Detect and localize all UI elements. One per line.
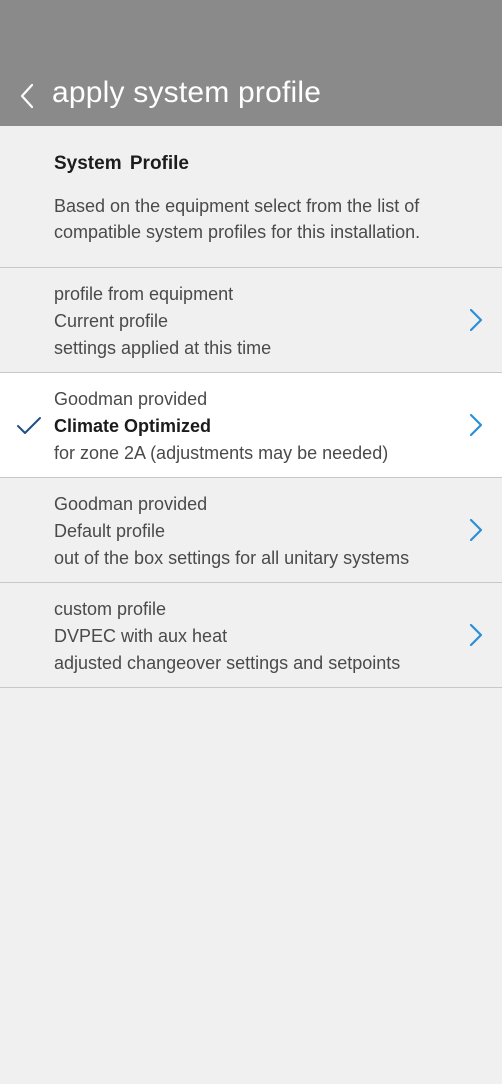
profile-detail: for zone 2A (adjustments may be needed) bbox=[54, 443, 389, 463]
chevron-right-icon bbox=[469, 518, 483, 542]
profile-source: profile from equipment bbox=[54, 284, 234, 304]
chevron-right-icon bbox=[469, 623, 483, 647]
profile-source: Goodman provided bbox=[54, 494, 208, 514]
profile-name: Climate Optimized bbox=[54, 416, 212, 436]
profile-name: DVPEC with aux heat bbox=[54, 626, 228, 646]
back-button[interactable] bbox=[14, 80, 40, 112]
profile-row-current[interactable]: profile from equipment Current profile s… bbox=[0, 268, 502, 373]
chevron-right-icon bbox=[469, 413, 483, 437]
profile-source: Goodman provided bbox=[54, 389, 208, 409]
profile-detail: adjusted changeover settings and setpoin… bbox=[54, 653, 401, 673]
profile-row-text: custom profile DVPEC with aux heat adjus… bbox=[54, 596, 454, 677]
section-description: Based on the equipment select from the l… bbox=[54, 196, 421, 242]
profile-detail: settings applied at this time bbox=[54, 338, 272, 358]
profile-row-custom[interactable]: custom profile DVPEC with aux heat adjus… bbox=[0, 583, 502, 688]
page-title: apply system profile bbox=[52, 76, 322, 109]
chevron-right-icon bbox=[469, 308, 483, 332]
profile-list: profile from equipment Current profile s… bbox=[0, 268, 502, 688]
app-header: apply system profile bbox=[0, 0, 502, 126]
profile-name: Default profile bbox=[54, 521, 166, 541]
profile-row-text: profile from equipment Current profile s… bbox=[54, 281, 454, 362]
profile-row-text: Goodman provided Default profile out of … bbox=[54, 491, 454, 572]
section-title: System Profile bbox=[54, 153, 189, 174]
profile-source: custom profile bbox=[54, 599, 167, 619]
chevron-left-icon bbox=[20, 83, 34, 109]
profile-row-default[interactable]: Goodman provided Default profile out of … bbox=[0, 478, 502, 583]
profile-detail: out of the box settings for all unitary … bbox=[54, 548, 410, 568]
profile-name: Current profile bbox=[54, 311, 169, 331]
profile-row-climate-optimized[interactable]: Goodman provided Climate Optimized for z… bbox=[0, 373, 502, 478]
profile-row-text: Goodman provided Climate Optimized for z… bbox=[54, 386, 454, 467]
checkmark-icon bbox=[17, 417, 41, 434]
section-header: System Profile Based on the equipment se… bbox=[0, 126, 502, 268]
